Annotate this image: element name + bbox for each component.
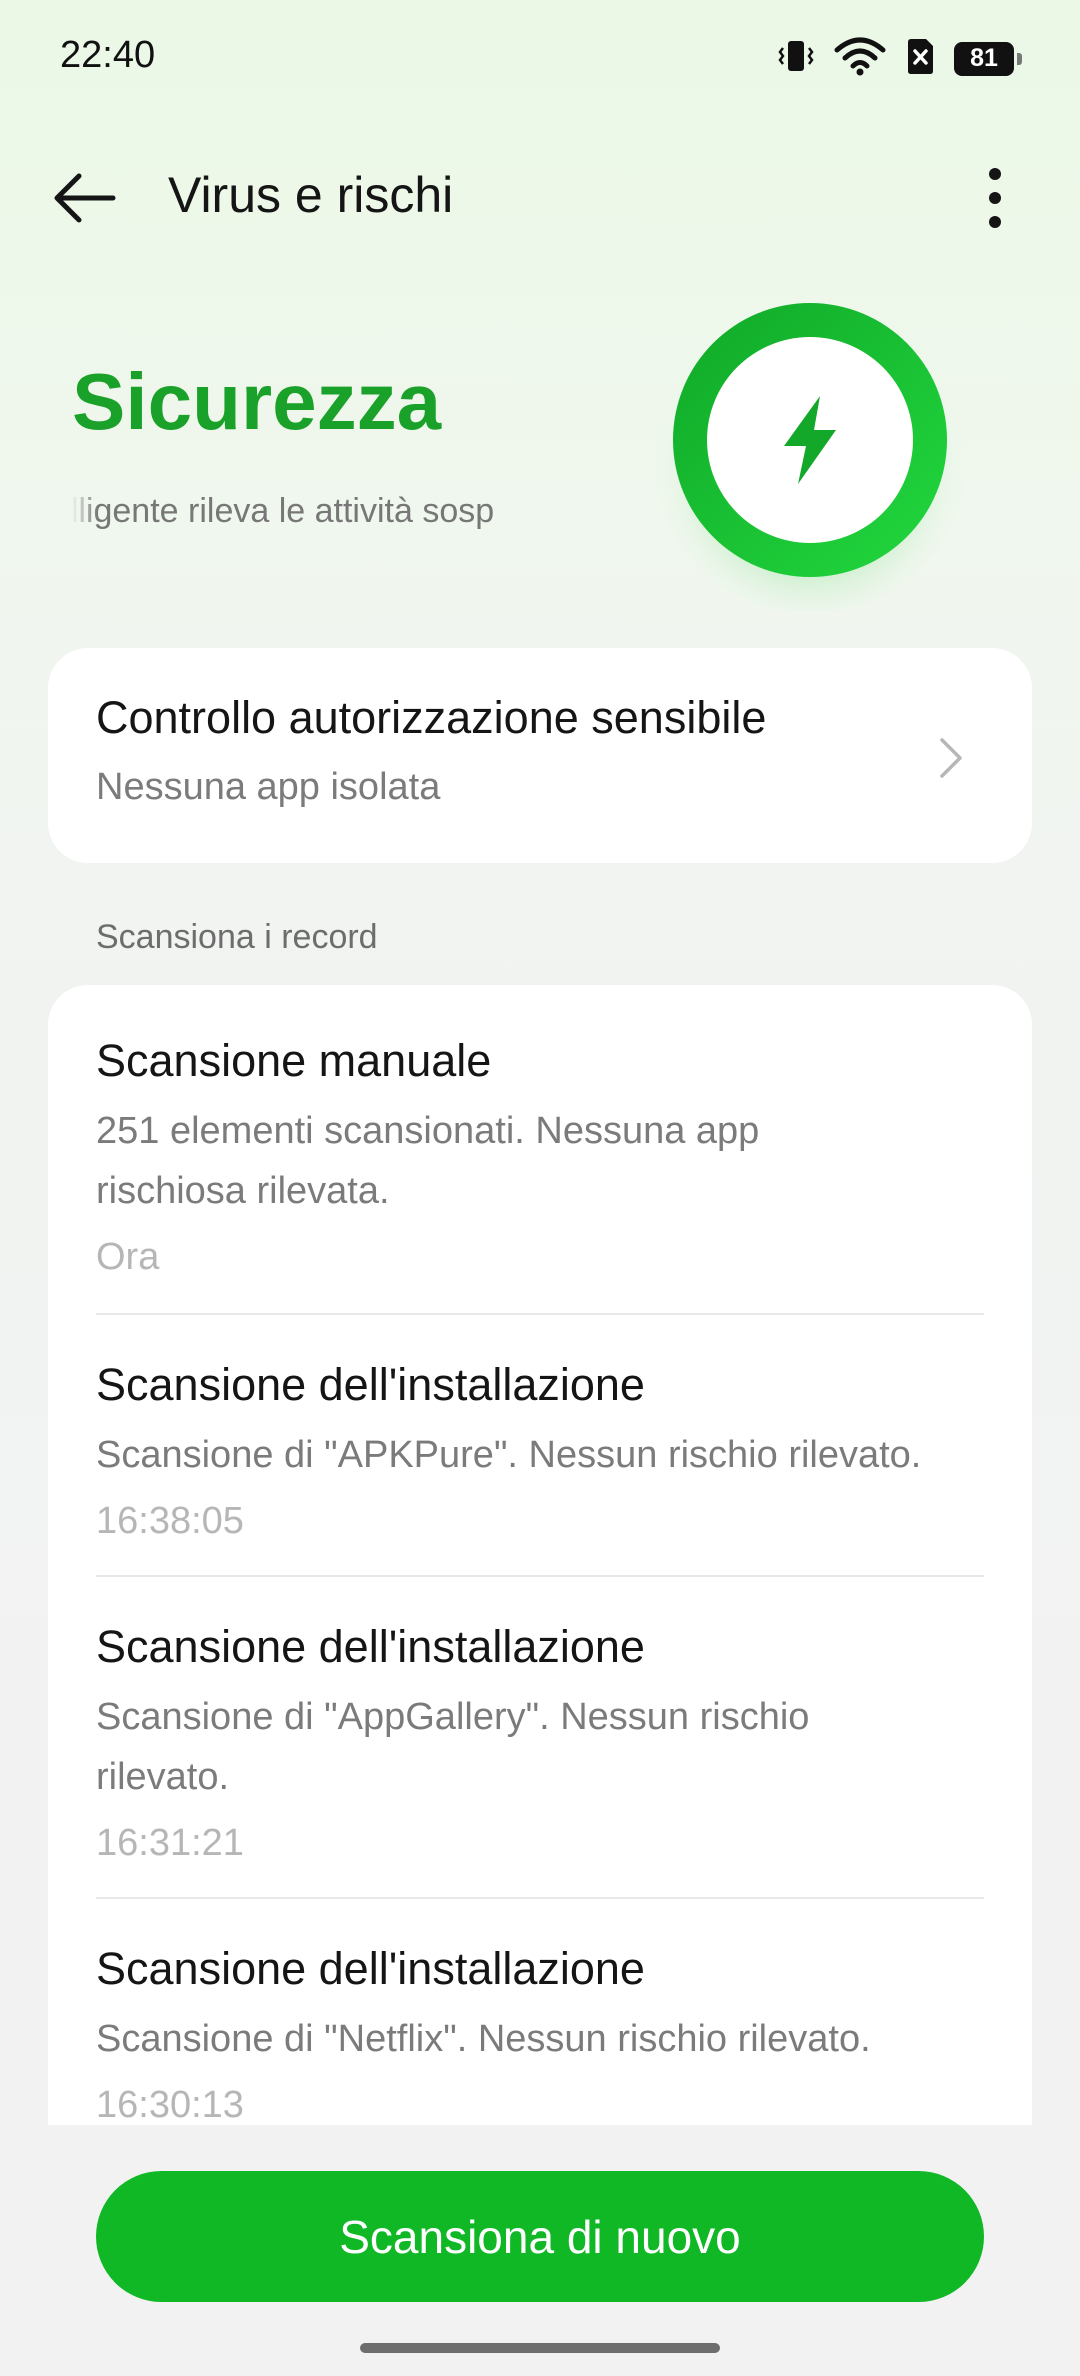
- scan-records-label: Scansiona i record: [96, 918, 378, 956]
- security-title: Sicurezza: [72, 357, 442, 446]
- scan-record-description: 251 elementi scansionati. Nessuna app ri…: [96, 1110, 760, 1212]
- divider: [96, 1575, 984, 1577]
- scan-record[interactable]: Scansione manuale 251 elementi scansiona…: [96, 1033, 986, 1283]
- more-options-button[interactable]: [960, 160, 1030, 240]
- rescan-button[interactable]: Scansiona di nuovo: [96, 2171, 984, 2302]
- scan-record-time: Ora: [96, 1236, 160, 1278]
- divider: [96, 1897, 984, 1899]
- security-status-ring: [650, 290, 970, 614]
- chevron-right-icon: [930, 728, 970, 788]
- scan-record[interactable]: Scansione dell'installazione Scansione d…: [96, 1619, 986, 1869]
- security-subtitle: intelligente rileva le attività sosp: [72, 492, 495, 530]
- sim-off-icon: [904, 36, 936, 81]
- vibrate-icon: [776, 36, 816, 81]
- scan-record-title: Scansione dell'installazione: [96, 1943, 645, 1994]
- scan-records-list: Scansione manuale 251 elementi scansiona…: [48, 985, 1032, 2125]
- divider: [96, 1313, 984, 1315]
- sensitive-permission-card[interactable]: Controllo autorizzazione sensibile Nessu…: [48, 648, 1032, 863]
- status-bar: 22:40 81: [0, 0, 1080, 110]
- wifi-icon: [834, 36, 886, 81]
- more-vertical-icon: [985, 166, 1005, 235]
- lightning-icon: [762, 390, 858, 495]
- scan-record-time: 16:30:13: [96, 2084, 244, 2125]
- scan-record[interactable]: Scansione dell'installazione Scansione d…: [96, 1357, 986, 1547]
- back-button[interactable]: [44, 160, 124, 240]
- page-title: Virus e rischi: [168, 167, 454, 223]
- sensitive-permission-status: Nessuna app isolata: [96, 766, 441, 808]
- status-icons: 81: [776, 36, 1022, 81]
- battery-level: 81: [970, 44, 998, 72]
- status-time: 22:40: [60, 34, 156, 76]
- scan-record-title: Scansione manuale: [96, 1035, 492, 1086]
- scan-record-title: Scansione dell'installazione: [96, 1621, 645, 1672]
- scan-record-time: 16:31:21: [96, 1822, 244, 1864]
- home-indicator[interactable]: [360, 2343, 720, 2353]
- scan-record-description: Scansione di "Netflix". Nessun rischio r…: [96, 2018, 871, 2060]
- back-arrow-icon: [49, 168, 119, 233]
- scan-record-description: Scansione di "APKPure". Nessun rischio r…: [96, 1434, 922, 1476]
- battery-icon: 81: [954, 41, 1022, 76]
- scan-record-title: Scansione dell'installazione: [96, 1359, 645, 1410]
- scan-record[interactable]: Scansione dell'installazione Scansione d…: [96, 1941, 986, 2125]
- sensitive-permission-title: Controllo autorizzazione sensibile: [96, 692, 767, 743]
- scan-record-time: 16:38:05: [96, 1500, 244, 1542]
- scan-record-description: Scansione di "AppGallery". Nessun rischi…: [96, 1696, 810, 1798]
